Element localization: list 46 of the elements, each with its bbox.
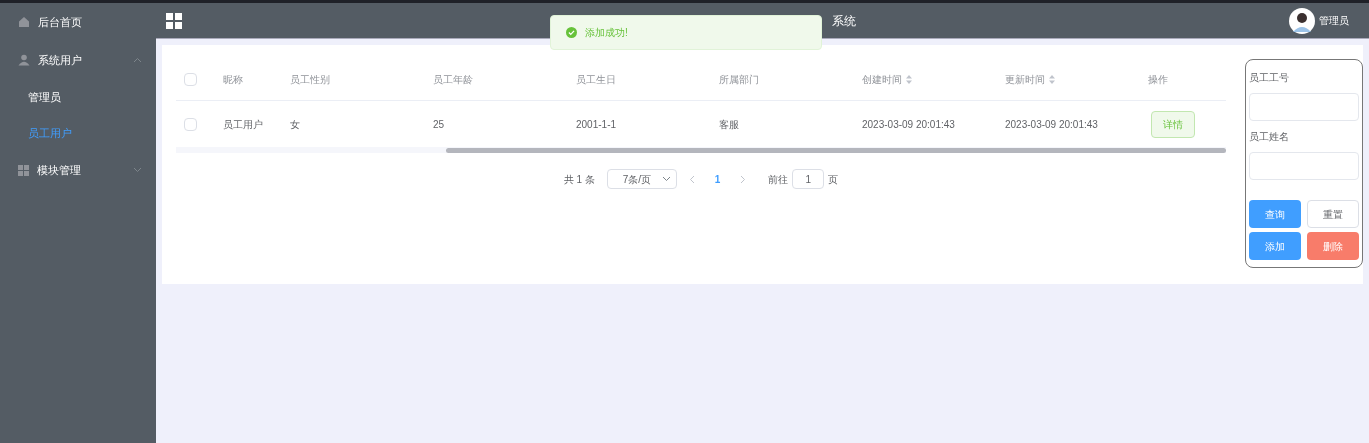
next-page-icon[interactable] (740, 174, 747, 184)
field-label: 员工工号 (1249, 71, 1290, 85)
user-name[interactable]: 管理员 (1319, 13, 1349, 28)
table-cell-text: 员工用户 (222, 117, 264, 132)
home-icon (18, 16, 30, 28)
input-field[interactable] (1249, 93, 1359, 121)
column-header: 所属部门 (718, 73, 760, 87)
table-cell-text: 2023-03-09 20:01:43 (1004, 117, 1099, 132)
total-count: 共 1 条 (563, 172, 595, 187)
check-circle-icon (566, 27, 577, 38)
app-title: 系统 (832, 12, 856, 30)
avatar[interactable] (1289, 7, 1315, 34)
column-header: 员工性别 (289, 73, 331, 87)
sidebar-item[interactable]: 后台首页 (0, 3, 156, 41)
goto-label: 前往 (768, 172, 789, 187)
user-icon (18, 54, 30, 66)
checkbox[interactable] (184, 73, 197, 86)
chevron-down-icon (133, 167, 142, 173)
success-toast: 添加成功! (550, 15, 822, 50)
field-label: 员工姓名 (1249, 130, 1290, 144)
sidebar-subitem[interactable]: 管理员 (0, 79, 156, 115)
sidebar-item[interactable]: 模块管理 (0, 151, 156, 189)
sidebar-item[interactable]: 系统用户 (0, 41, 156, 79)
table-cell-text: 女 (289, 117, 301, 132)
column-header: 昵称 (222, 73, 244, 87)
checkbox[interactable] (184, 117, 197, 131)
column-header: 操作 (1147, 73, 1169, 87)
grid-icon (18, 164, 29, 176)
chevron-down-icon (661, 176, 671, 182)
scrollbar-thumb[interactable] (446, 147, 1226, 153)
goto-suffix: 页 (828, 172, 839, 187)
table-cell-text: 客服 (718, 117, 740, 132)
table-cell-text: 2001-1-1 (575, 117, 618, 132)
table-cell-text: 2023-03-09 20:01:43 (861, 117, 956, 132)
reset-button[interactable]: 重置 (1307, 200, 1359, 228)
input-field[interactable] (1249, 152, 1359, 180)
prev-page-icon[interactable] (688, 174, 695, 184)
sort-icon[interactable] (906, 75, 912, 84)
sort-icon[interactable] (1049, 75, 1055, 84)
grid-menu-icon[interactable] (166, 12, 182, 29)
chevron-up-icon (133, 57, 142, 63)
table-cell-text: 25 (432, 117, 446, 132)
column-header: 员工年龄 (432, 73, 474, 87)
page-size-select[interactable]: 7条/页 (606, 169, 677, 189)
goto-page-field[interactable]: 1 (792, 169, 825, 189)
column-header: 员工生日 (575, 73, 617, 87)
